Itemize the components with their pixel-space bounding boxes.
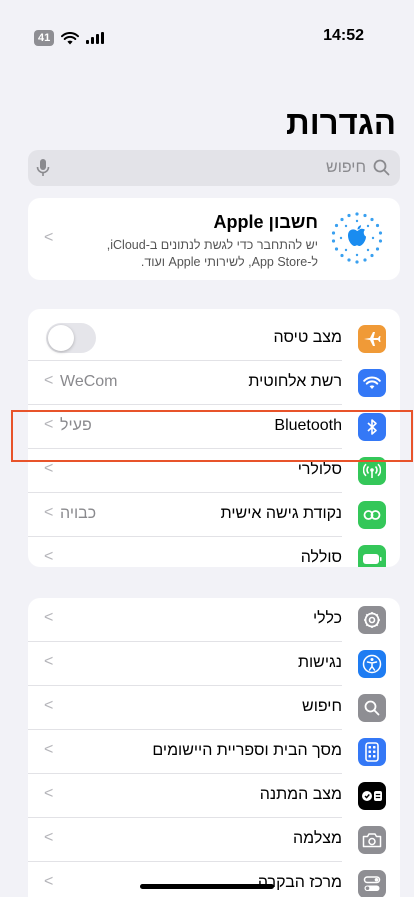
accessibility-icon [358, 650, 386, 678]
page-title: הגדרות [286, 104, 396, 141]
wifi-status-icon [61, 31, 80, 44]
hotspot-icon [358, 501, 386, 529]
settings-row-battery[interactable]: סוללה < [28, 537, 400, 567]
cellular-icon [358, 457, 386, 485]
settings-row-label: סוללה [300, 549, 342, 566]
home-indicator [140, 884, 274, 889]
settings-row-home-screen[interactable]: מסך הבית וספריית היישומים < [28, 730, 400, 774]
chevron-left-icon: < [44, 697, 54, 714]
chevron-left-icon: < [44, 229, 54, 246]
chevron-left-icon: < [44, 372, 54, 389]
status-time: 14:52 [323, 27, 364, 44]
chevron-left-icon: < [44, 785, 54, 802]
toggle-knob [48, 325, 74, 351]
settings-row-bluetooth[interactable]: Bluetooth פעיל < [28, 405, 400, 449]
settings-row-general[interactable]: כללי < [28, 598, 400, 642]
status-indicators: 41 [34, 30, 105, 46]
settings-row-label: כללי [312, 610, 342, 627]
settings-row-label: סלולרי [297, 461, 342, 478]
settings-row-wifi[interactable]: רשת אלחוטית WeCom < [28, 361, 400, 405]
bluetooth-icon [358, 413, 386, 441]
settings-row-value: פעיל [60, 417, 92, 434]
settings-row-airplane-mode[interactable]: מצב טיסה [28, 317, 400, 361]
apple-account-subtitle-line2: ל-App Store, לשירותי Apple ועוד. [140, 255, 318, 269]
wifi-icon [358, 369, 386, 397]
chevron-left-icon: < [44, 504, 54, 521]
chevron-left-icon: < [44, 829, 54, 846]
search-icon [358, 694, 386, 722]
gear-icon [358, 606, 386, 634]
settings-row-label: רשת אלחוטית [248, 373, 342, 390]
status-bar: 41 14:52 [0, 0, 414, 60]
settings-row-value: כבויה [60, 505, 97, 522]
camera-icon [358, 826, 386, 854]
home-screen-icon [358, 738, 386, 766]
settings-row-label: מצב המתנה [259, 786, 342, 803]
search-placeholder: חיפוש [326, 159, 366, 176]
chevron-left-icon: < [44, 653, 54, 670]
settings-row-label: חיפוש [302, 698, 342, 715]
cellular-signal-icon [86, 32, 105, 44]
search-input[interactable]: חיפוש [28, 150, 400, 186]
battery-indicator: 41 [34, 30, 55, 46]
settings-row-label: מסך הבית וספריית היישומים [152, 742, 342, 759]
standby-icon [358, 782, 386, 810]
airplane-mode-toggle[interactable] [46, 323, 96, 353]
chevron-left-icon: < [44, 460, 54, 477]
general-settings-group: כללי < נגישות < חיפוש < מסך הבית וספריית… [28, 598, 400, 897]
chevron-left-icon: < [44, 873, 54, 890]
chevron-left-icon: < [44, 609, 54, 626]
apple-account-title: חשבון Apple [213, 212, 319, 232]
search-icon [373, 159, 390, 176]
chevron-left-icon: < [44, 548, 54, 565]
settings-row-accessibility[interactable]: נגישות < [28, 642, 400, 686]
airplane-icon [358, 325, 386, 353]
apple-account-card[interactable]: חשבון Apple יש להתחבר כדי לגשת לנתונים ב… [28, 198, 400, 280]
settings-row-camera[interactable]: מצלמה < [28, 818, 400, 862]
connectivity-settings-group: מצב טיסה רשת אלחוטית WeCom < Bluetooth פ… [28, 309, 400, 567]
settings-row-label: נקודת גישה אישית [220, 505, 342, 522]
apple-account-icon [331, 212, 383, 264]
settings-row-standby[interactable]: מצב המתנה < [28, 774, 400, 818]
settings-row-label: Bluetooth [274, 417, 342, 434]
apple-account-subtitle-line1: יש להתחבר כדי לגשת לנתונים ב-iCloud, [106, 238, 318, 252]
settings-row-label: מצלמה [293, 830, 342, 847]
settings-row-label: נגישות [297, 654, 342, 671]
settings-row-label: מרכז הבקרה [257, 874, 342, 891]
settings-row-value: WeCom [60, 373, 118, 390]
settings-row-label: מצב טיסה [273, 329, 342, 346]
chevron-left-icon: < [44, 741, 54, 758]
chevron-left-icon: < [44, 416, 54, 433]
settings-row-search[interactable]: חיפוש < [28, 686, 400, 730]
settings-row-control-center[interactable]: מרכז הבקרה < [28, 862, 400, 897]
control-center-icon [358, 870, 386, 897]
microphone-icon[interactable] [36, 158, 50, 178]
settings-row-cellular[interactable]: סלולרי < [28, 449, 400, 493]
settings-row-personal-hotspot[interactable]: נקודת גישה אישית כבויה < [28, 493, 400, 537]
battery-icon [358, 545, 386, 567]
